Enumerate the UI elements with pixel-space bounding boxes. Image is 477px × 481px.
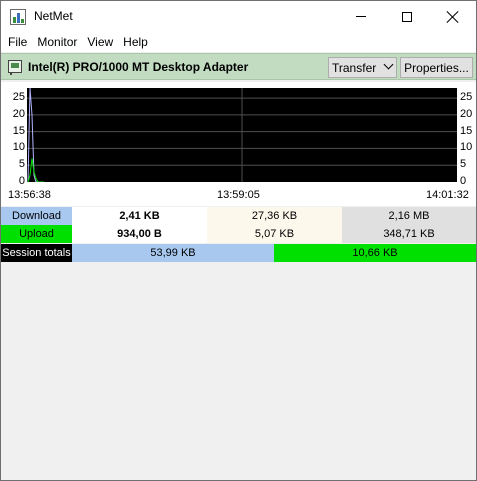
upload-current: 934,00 B	[72, 225, 207, 243]
adapter-name: Intel(R) PRO/1000 MT Desktop Adapter	[28, 60, 249, 74]
session-label: Session totals	[1, 244, 72, 262]
adapter-toolbar: Intel(R) PRO/1000 MT Desktop Adapter Tra…	[1, 53, 476, 80]
y-tick-label-left: 20	[12, 107, 25, 120]
y-tick-label-left: 5	[18, 158, 25, 171]
upload-value-2: 5,07 KB	[207, 225, 342, 243]
y-tick-label-right: 10	[460, 141, 473, 154]
x-tick-label: 14:01:32	[426, 189, 469, 201]
maximize-button[interactable]	[384, 1, 430, 32]
y-tick-label-left: 0	[18, 175, 25, 187]
minimize-icon	[356, 16, 366, 17]
y-tick-label-left: 25	[12, 91, 25, 104]
y-tick-label-left: 15	[12, 124, 25, 137]
mode-select-value: Transfer	[332, 61, 377, 75]
menu-help[interactable]: Help	[118, 32, 153, 52]
download-row: Download 2,41 KB 27,36 KB 2,16 MB	[1, 207, 476, 225]
maximize-icon	[402, 11, 412, 22]
download-label: Download	[1, 207, 72, 225]
x-tick-label: 13:56:38	[8, 189, 51, 201]
y-tick-label-left: 10	[12, 141, 25, 154]
traffic-graph: 0 0 5 5 10 10 15 15 20 20 25 25 13:56:38 13:59:05 1…	[1, 82, 476, 206]
properties-button[interactable]: Properties...	[400, 57, 473, 78]
mode-select[interactable]: Transfer	[328, 57, 397, 78]
y-tick-label-right: 20	[460, 107, 473, 120]
chevron-down-icon	[383, 59, 394, 70]
y-tick-label-right: 0	[460, 175, 467, 187]
x-tick-label: 13:59:05	[217, 189, 260, 201]
menu-view[interactable]: View	[82, 32, 118, 52]
menu-bar: File Monitor View Help	[1, 32, 476, 52]
close-icon	[447, 11, 459, 23]
netmet-window: NetMet File Monitor View Help Intel(R) P…	[0, 0, 477, 481]
session-download: 53,99 KB	[72, 244, 274, 262]
upload-value-3: 348,71 KB	[342, 225, 476, 243]
upload-label: Upload	[1, 225, 72, 243]
y-tick-label-right: 15	[460, 124, 473, 137]
title-bar[interactable]: NetMet	[1, 1, 476, 32]
session-upload: 10,66 KB	[274, 244, 476, 262]
minimize-button[interactable]	[338, 1, 384, 32]
y-tick-label-right: 5	[460, 158, 467, 171]
close-button[interactable]	[430, 1, 476, 32]
session-row: Session totals 53,99 KB 10,66 KB	[1, 244, 476, 262]
download-current: 2,41 KB	[72, 207, 207, 225]
menu-file[interactable]: File	[3, 32, 32, 52]
upload-row: Upload 934,00 B 5,07 KB 348,71 KB	[1, 225, 476, 243]
menu-monitor[interactable]: Monitor	[32, 32, 82, 52]
netmet-app-icon	[10, 9, 26, 25]
network-adapter-icon	[8, 60, 22, 75]
download-value-3: 2,16 MB	[342, 207, 476, 225]
window-title: NetMet	[34, 9, 73, 23]
y-tick-label-right: 25	[460, 91, 473, 104]
traffic-plot	[27, 88, 457, 182]
download-value-2: 27,36 KB	[207, 207, 342, 225]
